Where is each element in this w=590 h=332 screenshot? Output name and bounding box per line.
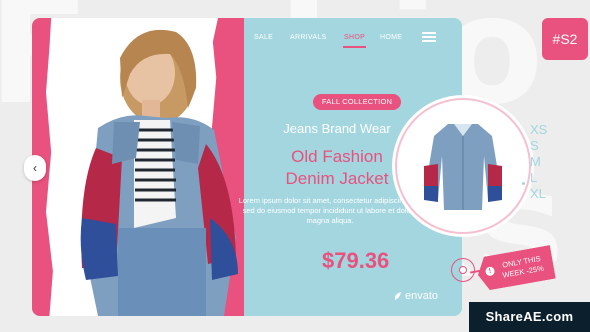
watermark: ShareAE.com bbox=[469, 302, 590, 332]
model-photo bbox=[80, 29, 238, 316]
size-option-l[interactable]: L bbox=[530, 170, 562, 186]
size-option-xl[interactable]: XL bbox=[530, 186, 562, 202]
size-option-s[interactable]: S bbox=[530, 138, 562, 154]
product-title-line-1: Old Fashion bbox=[291, 147, 383, 166]
size-selector: XS S M L XL bbox=[522, 122, 562, 202]
product-description: Lorem ipsum dolor sit amet, consectetur … bbox=[238, 196, 422, 225]
hamburger-menu-icon[interactable] bbox=[422, 32, 436, 42]
nav-arrivals[interactable]: ARRIVALS bbox=[290, 34, 327, 43]
size-option-m[interactable]: M bbox=[530, 154, 562, 170]
nav-sale[interactable]: SALE bbox=[254, 34, 273, 43]
nav-shop[interactable]: SHOP bbox=[342, 34, 367, 48]
product-title: Old Fashion Denim Jacket bbox=[267, 146, 407, 190]
price-tag-pin-dot bbox=[459, 266, 467, 274]
brand-name: Jeans Brand Wear bbox=[283, 121, 391, 136]
product-price: $79.36 bbox=[322, 248, 390, 273]
previous-slide-button[interactable]: ‹ bbox=[24, 155, 46, 181]
size-option-xs[interactable]: XS bbox=[530, 122, 562, 138]
jacket-thumbnail[interactable] bbox=[418, 116, 508, 212]
envato-label: envato bbox=[405, 290, 439, 302]
product-title-line-2: Denim Jacket bbox=[285, 169, 389, 188]
chevron-left-icon: ‹ bbox=[33, 161, 37, 175]
alert-icon: ! bbox=[485, 266, 495, 276]
slide-tag: #S2 bbox=[542, 18, 588, 60]
envato-leaf-icon bbox=[394, 292, 401, 300]
nav-home[interactable]: HOME bbox=[380, 34, 402, 43]
selected-size-indicator bbox=[522, 182, 525, 185]
collection-badge: FALL COLLECTION bbox=[313, 94, 401, 110]
envato-logo: envato bbox=[393, 290, 438, 302]
